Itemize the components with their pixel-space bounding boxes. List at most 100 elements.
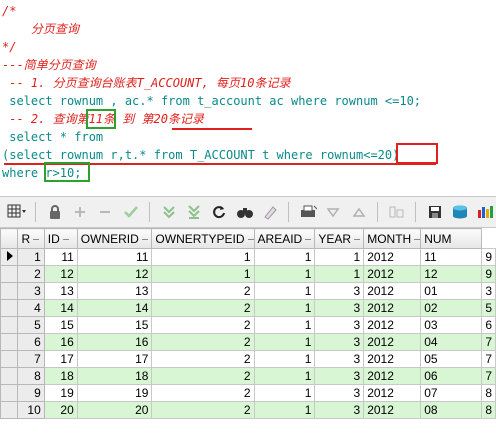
grid-cell[interactable]: 03 [420,316,483,334]
column-header-ownertypeid[interactable]: OWNERTYPEID [151,228,255,249]
post-check-icon[interactable] [120,201,141,223]
grid-cell[interactable]: 04 [420,333,483,351]
print-icon[interactable] [297,201,318,223]
table-row[interactable]: 1 11 11 1 1 1 2012 11 9 [0,248,496,266]
table-row[interactable]: 7 17 17 2 1 3 2012 05 7 [0,350,496,368]
grid-cell[interactable]: 1 [151,248,255,266]
grid-cell[interactable]: 7 [481,367,496,385]
grid-cell[interactable]: 2 [151,316,255,334]
grid-cell[interactable]: 3 [481,282,496,300]
column-header-year[interactable]: YEAR [314,228,365,249]
grid-cell[interactable]: 9 [481,265,496,283]
grid-cell[interactable]: 08 [420,401,483,419]
row-number[interactable]: 9 [17,384,45,402]
grid-cell[interactable]: 1 [253,316,316,334]
table-row[interactable]: 4 14 14 2 1 3 2012 02 5 [0,299,496,317]
row-indicator[interactable] [0,333,19,351]
grid-cell[interactable]: 1 [253,350,316,368]
grid-cell[interactable]: 2 [151,384,255,402]
grid-cell[interactable]: 2012 [363,282,422,300]
grid-cell[interactable]: 05 [420,350,483,368]
save-icon[interactable] [424,201,445,223]
table-row[interactable]: 5 15 15 2 1 3 2012 03 6 [0,316,496,334]
grid-cell[interactable]: 2 [151,350,255,368]
grid-cell[interactable]: 19 [76,384,153,402]
row-number[interactable]: 7 [17,350,45,368]
row-number[interactable]: 2 [17,265,45,283]
grid-cell[interactable]: 18 [76,367,153,385]
clear-icon[interactable] [259,201,280,223]
grid-cell[interactable]: 12 [43,265,78,283]
export-icon[interactable] [450,201,471,223]
grid-cell[interactable]: 07 [420,384,483,402]
column-header-num[interactable]: NUM [420,228,483,249]
sql-editor[interactable]: /* 分页查询 */ ---简单分页查询 -- 1. 分页查询台账表T_ACCO… [0,0,496,183]
grid-cell[interactable]: 13 [76,282,153,300]
grid-cell[interactable]: 11 [420,248,483,266]
grid-cell[interactable]: 20 [43,401,78,419]
grid-cell[interactable]: 19 [43,384,78,402]
row-indicator[interactable] [0,299,19,317]
row-number[interactable]: 3 [17,282,45,300]
grid-cell[interactable]: 2012 [363,384,422,402]
find-icon[interactable] [234,201,255,223]
grid-cell[interactable]: 2012 [363,248,422,266]
grid-cell[interactable]: 14 [76,299,153,317]
grid-cell[interactable]: 7 [481,333,496,351]
row-number[interactable]: 5 [17,316,45,334]
column-header-month[interactable]: MONTH [363,228,422,249]
filter-down-icon[interactable] [323,201,344,223]
delete-row-icon[interactable] [95,201,116,223]
grid-cell[interactable]: 1 [314,265,365,283]
grid-cell[interactable]: 5 [481,299,496,317]
row-number[interactable]: 1 [17,248,45,266]
grid-cell[interactable]: 2012 [363,367,422,385]
grid-cell[interactable]: 2 [151,367,255,385]
grid-cell[interactable]: 17 [43,350,78,368]
filter-up-icon[interactable] [348,201,369,223]
grid-cell[interactable]: 02 [420,299,483,317]
grid-cell[interactable]: 2012 [363,299,422,317]
grid-cell[interactable]: 8 [481,384,496,402]
grid-cell[interactable]: 9 [481,248,496,266]
row-number[interactable]: 8 [17,367,45,385]
grid-cell[interactable]: 8 [481,401,496,419]
grid-cell[interactable]: 12 [420,265,483,283]
grid-cell[interactable]: 3 [314,350,365,368]
grid-cell[interactable]: 1 [253,265,316,283]
grid-cell[interactable]: 11 [76,248,153,266]
table-row[interactable]: 6 16 16 2 1 3 2012 04 7 [0,333,496,351]
grid-cell[interactable]: 2 [151,282,255,300]
grid-cell[interactable]: 2 [151,333,255,351]
row-indicator[interactable] [0,316,19,334]
grid-cell[interactable]: 14 [43,299,78,317]
column-header-areaid[interactable]: AREAID [253,228,316,249]
grid-cell[interactable]: 2012 [363,350,422,368]
row-indicator[interactable] [0,350,19,368]
grid-cell[interactable]: 1 [314,248,365,266]
refresh-icon[interactable] [209,201,230,223]
grid-cell[interactable]: 12 [76,265,153,283]
grid-cell[interactable]: 20 [76,401,153,419]
grid-cell[interactable]: 2012 [363,401,422,419]
grid-cell[interactable]: 06 [420,367,483,385]
add-row-icon[interactable] [69,201,90,223]
grid-cell[interactable]: 3 [314,384,365,402]
grid-cell[interactable]: 01 [420,282,483,300]
fetch-next-icon[interactable] [158,201,179,223]
grid-cell[interactable]: 3 [314,367,365,385]
grid-cell[interactable]: 15 [43,316,78,334]
grid-cell[interactable]: 6 [481,316,496,334]
grid-cell[interactable]: 1 [253,333,316,351]
grid-cell[interactable]: 3 [314,282,365,300]
table-row[interactable]: 8 18 18 2 1 3 2012 06 7 [0,367,496,385]
grid-cell[interactable]: 3 [314,401,365,419]
table-row[interactable]: 9 19 19 2 1 3 2012 07 8 [0,384,496,402]
grid-cell[interactable]: 1 [253,367,316,385]
row-number[interactable]: 6 [17,333,45,351]
grid-cell[interactable]: 1 [151,265,255,283]
grid-cell[interactable]: 18 [43,367,78,385]
grid-cell[interactable]: 13 [43,282,78,300]
table-row[interactable]: 3 13 13 2 1 3 2012 01 3 [0,282,496,300]
grid-cell[interactable]: 2 [151,401,255,419]
